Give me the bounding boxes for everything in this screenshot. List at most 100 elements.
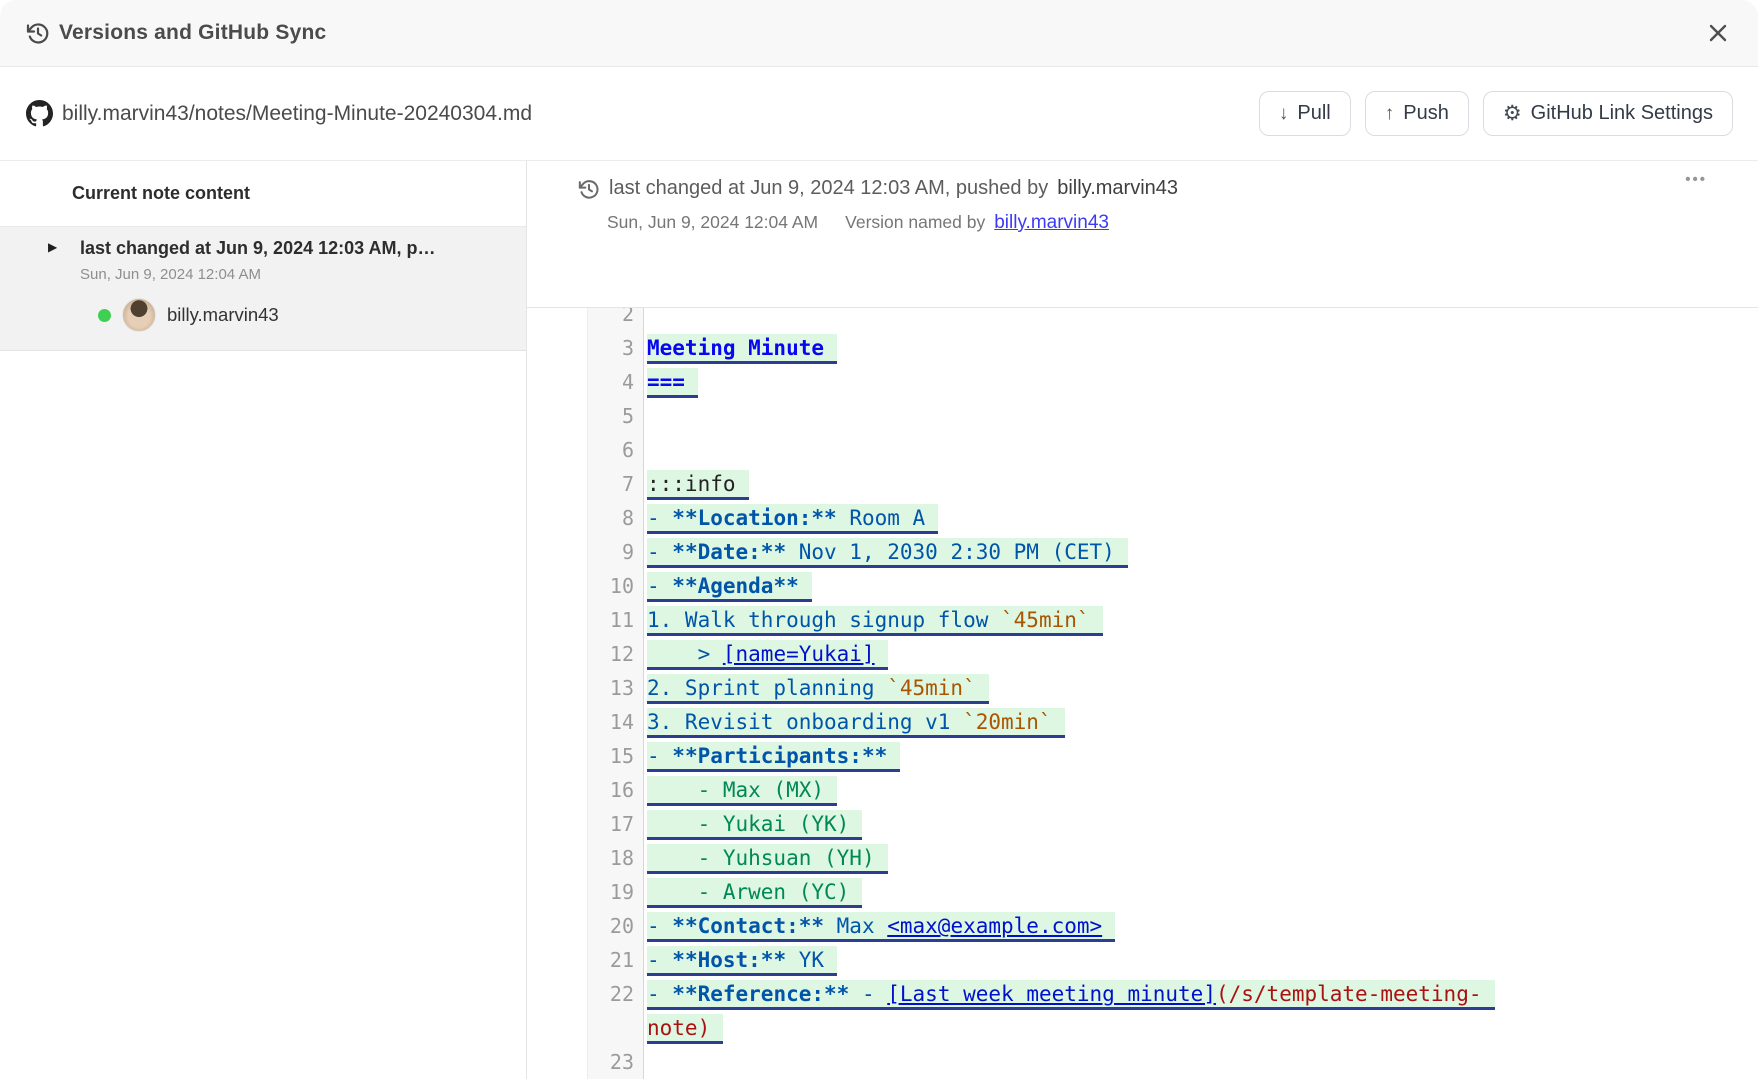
inserted-text: Meeting Minute <box>647 334 837 364</box>
inserted-text: - Yukai (YK) <box>647 810 862 840</box>
version-item-author: billy.marvin43 <box>167 304 279 326</box>
inserted-text: - **Location:** Room A <box>647 504 938 534</box>
code-line <box>647 399 1534 433</box>
version-list-item-selected[interactable]: ▶ last changed at Jun 9, 2024 12:03 AM, … <box>0 227 526 351</box>
dialog-title: Versions and GitHub Sync <box>59 21 326 45</box>
line-number: 6 <box>588 433 634 467</box>
version-detail-header: last changed at Jun 9, 2024 12:03 AM, pu… <box>527 161 1758 307</box>
code-line: - **Contact:** Max <max@example.com> <box>647 909 1534 943</box>
down-arrow-icon: ↓ <box>1279 103 1289 125</box>
close-icon[interactable] <box>1702 17 1734 49</box>
line-number: 16 <box>588 773 634 807</box>
line-number: 11 <box>588 603 634 637</box>
history-icon <box>26 21 50 45</box>
version-item-title: last changed at Jun 9, 2024 12:03 AM, p… <box>80 238 502 259</box>
version-item-date: Sun, Jun 9, 2024 12:04 AM <box>80 266 502 283</box>
line-number: 4 <box>588 365 634 399</box>
code-line <box>647 307 1534 331</box>
repo-path: billy.marvin43/notes/Meeting-Minute-2024… <box>26 100 532 127</box>
code-line: 2. Sprint planning `45min` <box>647 671 1534 705</box>
more-options-icon[interactable]: ••• <box>1685 171 1707 188</box>
versions-github-sync-dialog: Versions and GitHub Sync billy.marvin43/… <box>0 0 1758 1080</box>
inserted-text: - Arwen (YC) <box>647 878 862 908</box>
version-named-by-user-link[interactable]: billy.marvin43 <box>994 212 1109 234</box>
code-line: === <box>647 365 1534 399</box>
expand-caret-icon[interactable]: ▶ <box>48 240 57 254</box>
diff-left-margin <box>527 308 587 1079</box>
line-number: 9 <box>588 535 634 569</box>
inserted-text: - **Host:** YK <box>647 946 837 976</box>
line-number: 14 <box>588 705 634 739</box>
line-number: 8 <box>588 501 634 535</box>
dialog-titlebar: Versions and GitHub Sync <box>0 0 1758 67</box>
dialog-body: Current note content ▶ last changed at J… <box>0 161 1758 1079</box>
code-line: - **Location:** Room A <box>647 501 1534 535</box>
line-number: 22 <box>588 977 634 1045</box>
code-line: > [name=Yukai] <box>647 637 1534 671</box>
github-icon <box>26 100 53 127</box>
line-number: 18 <box>588 841 634 875</box>
up-arrow-icon: ↑ <box>1385 103 1395 125</box>
code-line <box>647 1045 1534 1079</box>
repo-path-text: billy.marvin43/notes/Meeting-Minute-2024… <box>62 102 532 126</box>
history-icon <box>578 178 600 200</box>
version-changed-row: last changed at Jun 9, 2024 12:03 AM, pu… <box>578 177 1758 200</box>
inserted-text: 1. Walk through signup flow `45min` <box>647 606 1103 636</box>
version-changed-author: billy.marvin43 <box>1057 177 1178 200</box>
line-number: 23 <box>588 1045 634 1079</box>
inserted-text: - **Reference:** - [Last week meeting mi… <box>647 980 1495 1044</box>
diff-code-content: Meeting Minute===:::info- **Location:** … <box>644 307 1534 1079</box>
inserted-text: - Yuhsuan (YH) <box>647 844 888 874</box>
line-number: 21 <box>588 943 634 977</box>
pull-button[interactable]: ↓ Pull <box>1259 91 1351 136</box>
inserted-text: - **Agenda** <box>647 572 812 602</box>
inserted-text: - Max (MX) <box>647 776 837 806</box>
code-line: - Max (MX) <box>647 773 1534 807</box>
inserted-text: === <box>647 368 698 398</box>
version-date: Sun, Jun 9, 2024 12:04 AM <box>607 212 818 233</box>
repo-bar: billy.marvin43/notes/Meeting-Minute-2024… <box>0 67 1758 161</box>
version-item-author-row: billy.marvin43 <box>98 298 502 332</box>
line-number: 3 <box>588 331 634 365</box>
inserted-text: :::info <box>647 470 749 500</box>
inserted-text: - **Date:** Nov 1, 2030 2:30 PM (CET) <box>647 538 1128 568</box>
line-number: 20 <box>588 909 634 943</box>
code-line: - **Agenda** <box>647 569 1534 603</box>
line-number: 17 <box>588 807 634 841</box>
sync-actions: ↓ Pull ↑ Push ⚙ GitHub Link Settings <box>1259 91 1733 136</box>
line-number: 10 <box>588 569 634 603</box>
code-line: - **Date:** Nov 1, 2030 2:30 PM (CET) <box>647 535 1534 569</box>
code-line: - **Host:** YK <box>647 943 1534 977</box>
code-line: - Yuhsuan (YH) <box>647 841 1534 875</box>
line-number: 2 <box>588 307 634 331</box>
version-changed-text: last changed at Jun 9, 2024 12:03 AM, pu… <box>609 177 1048 200</box>
code-line: 1. Walk through signup flow `45min` <box>647 603 1534 637</box>
sidebar-heading: Current note content <box>0 161 526 227</box>
version-sidebar: Current note content ▶ last changed at J… <box>0 161 527 1079</box>
code-line: - **Reference:** - [Last week meeting mi… <box>647 977 1534 1045</box>
line-number: 19 <box>588 875 634 909</box>
inserted-text: - **Participants:** <box>647 742 900 772</box>
code-line: :::info <box>647 467 1534 501</box>
gear-icon: ⚙ <box>1503 103 1522 124</box>
version-named-by-label: Version named by <box>845 212 985 233</box>
code-line: - Arwen (YC) <box>647 875 1534 909</box>
code-line: - **Participants:** <box>647 739 1534 773</box>
code-line: Meeting Minute <box>647 331 1534 365</box>
presence-dot <box>98 309 111 322</box>
line-number: 13 <box>588 671 634 705</box>
avatar <box>122 298 156 332</box>
line-number: 12 <box>588 637 634 671</box>
line-number: 7 <box>588 467 634 501</box>
inserted-text: 3. Revisit onboarding v1 `20min` <box>647 708 1065 738</box>
version-meta-row: Sun, Jun 9, 2024 12:04 AM Version named … <box>607 212 1758 234</box>
code-line <box>647 433 1534 467</box>
github-link-settings-button[interactable]: ⚙ GitHub Link Settings <box>1483 91 1733 136</box>
diff-view: 23456789101112131415161718192021222324 M… <box>527 307 1758 1079</box>
inserted-text: 2. Sprint planning `45min` <box>647 674 989 704</box>
code-line: 3. Revisit onboarding v1 `20min` <box>647 705 1534 739</box>
push-button[interactable]: ↑ Push <box>1365 91 1469 136</box>
code-line: - Yukai (YK) <box>647 807 1534 841</box>
inserted-text: > [name=Yukai] <box>647 640 888 670</box>
inserted-text: - **Contact:** Max <max@example.com> <box>647 912 1115 942</box>
